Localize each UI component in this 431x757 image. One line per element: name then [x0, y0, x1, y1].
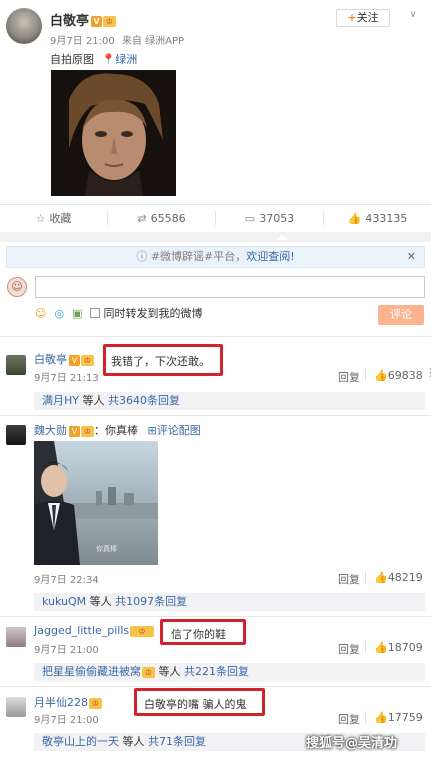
repost-checkbox[interactable] [90, 308, 101, 318]
comment-avatar[interactable] [6, 425, 26, 445]
comment-text-highlight: 白敬亭的嘴 骗人的鬼 [134, 688, 265, 716]
comment-time: 9月7日 21:00 [34, 715, 99, 726]
comment-time: 9月7日 21:00 [34, 645, 99, 656]
more-icon[interactable]: ⋮ [425, 366, 431, 379]
emoji-icon[interactable]: ☺ [35, 307, 46, 320]
author-name[interactable]: 白敬亭 [50, 14, 89, 29]
verified-icon: V [69, 354, 80, 366]
star-icon: ☆ [35, 211, 46, 225]
sub-replies[interactable]: 把星星偷偷藏进被窝 ♔ 等人 共221条回复 [34, 663, 425, 681]
verified-icon: V [91, 16, 103, 27]
post-time[interactable]: 9月7日 21:00 [50, 36, 115, 47]
comment-text: ：你真棒 [94, 424, 138, 437]
dropdown-icon[interactable]: ∨ [405, 9, 421, 25]
close-icon[interactable]: ✕ [407, 247, 416, 267]
image-icon[interactable]: ▣ [72, 307, 82, 320]
comment-like-button[interactable]: 👍18709 [374, 641, 423, 654]
reply-button[interactable]: 回复 [338, 369, 360, 385]
comment-text: 白敬亭的嘴 骗人的鬼 [144, 698, 247, 711]
member-icon: ♔ [81, 425, 94, 437]
comment-text: 信了你的鞋 [171, 628, 226, 641]
comment-text-highlight: 我错了，下次还敢。 [103, 344, 223, 376]
comment-user[interactable]: 魏大勋 [34, 424, 67, 437]
submit-comment-button[interactable]: 评论 [378, 305, 424, 325]
topic-icon[interactable]: ◎ [54, 307, 64, 320]
comment-text: 我错了，下次还敢。 [111, 355, 210, 368]
comment-time: 9月7日 21:13 [34, 373, 99, 384]
repost-button[interactable]: ⇄ 65586 [108, 212, 215, 225]
comment-avatar[interactable] [6, 627, 26, 647]
comment-like-button[interactable]: 👍17759 [374, 711, 423, 724]
location-link[interactable]: 📍绿洲 [102, 53, 138, 66]
thumb-up-icon: 👍 [374, 641, 388, 654]
member-icon: ♔ [103, 16, 117, 27]
reply-button[interactable]: 回复 [338, 711, 360, 727]
comment-avatar[interactable] [6, 355, 26, 375]
comment-user[interactable]: 月半仙228 [34, 696, 88, 709]
image-caption: 你真棒 [96, 544, 117, 553]
comment-user[interactable]: Jagged_little_pills [34, 624, 129, 637]
comment-button[interactable]: ▭ 37053 [216, 212, 323, 225]
info-icon: ⓘ [136, 250, 148, 263]
thumb-up-icon: 👍 [374, 711, 388, 724]
comment-icon: ▭ [244, 211, 256, 225]
comment-user[interactable]: 白敬亭 [34, 353, 67, 366]
follow-button[interactable]: +关注 [336, 9, 390, 27]
pin-icon: 📍 [101, 53, 116, 66]
reply-button[interactable]: 回复 [338, 641, 360, 657]
member-icon: ♔ [142, 666, 155, 678]
member-icon: ♔ [89, 697, 102, 709]
comment-like-button[interactable]: 👍69838 [374, 369, 423, 382]
comment-text-highlight: 信了你的鞋 [160, 619, 246, 645]
sub-replies[interactable]: kukuQM 等人 共1097条回复 [34, 593, 425, 611]
image-icon: ⊞ [147, 424, 157, 437]
like-button[interactable]: 👍 433135 [324, 212, 431, 225]
notice-bar: ⓘ #微博辟谣#平台，欢迎查阅! ✕ [6, 246, 425, 268]
thumb-up-icon: 👍 [374, 571, 388, 584]
thumb-up-icon: 👍 [374, 369, 388, 382]
watermark: 搜狐号@吴清功 [306, 736, 398, 751]
comment-image[interactable]: 你真棒 [34, 441, 158, 565]
thumb-up-icon: 👍 [347, 211, 362, 225]
comment-time: 9月7日 22:34 [34, 575, 99, 586]
verified-icon: V [69, 425, 80, 437]
post-source: 来自 绿洲APP [121, 36, 185, 47]
reply-button[interactable]: 回复 [338, 571, 360, 587]
member-icon: ♔ [130, 625, 155, 637]
comment-like-button[interactable]: 👍48219 [374, 571, 423, 584]
comment-avatar[interactable] [6, 697, 26, 717]
author-avatar[interactable] [6, 8, 42, 44]
repost-icon: ⇄ [137, 211, 147, 225]
post-text: 自拍原图 [50, 53, 94, 66]
notice-link[interactable]: 欢迎查阅! [246, 250, 294, 263]
sub-replies[interactable]: 满月HY 等人 共3640条回复 [34, 392, 425, 410]
comment-input[interactable] [35, 276, 425, 298]
my-avatar[interactable]: ☺ [7, 277, 27, 297]
plus-icon: + [347, 11, 357, 24]
notch-icon [276, 234, 288, 240]
comment-pic-link[interactable]: ⊞评论配图 [148, 424, 201, 437]
member-icon: ♔ [81, 354, 94, 366]
repost-checkbox-label: 同时转发到我的微博 [103, 307, 203, 320]
collect-button[interactable]: ☆ 收藏 [0, 210, 107, 226]
post-photo[interactable] [51, 70, 176, 196]
